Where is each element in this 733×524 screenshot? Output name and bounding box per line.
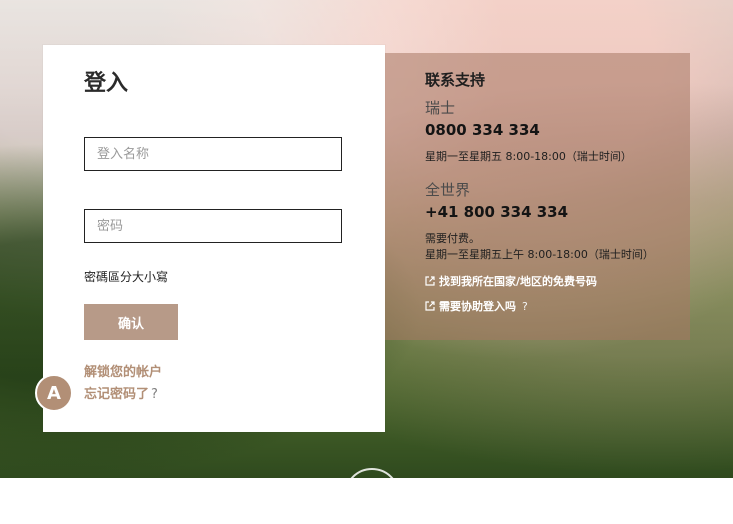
support-title: 联系支持 xyxy=(425,71,486,89)
external-link-icon xyxy=(425,276,435,286)
avatar[interactable]: A xyxy=(35,374,73,412)
hours-switzerland: 星期一至星期五 8:00-18:00（瑞士时间） xyxy=(425,150,632,163)
login-help-qmark: ? xyxy=(522,299,528,313)
phone-switzerland: 0800 334 334 xyxy=(425,121,540,139)
phone-worldwide: +41 800 334 334 xyxy=(425,203,569,221)
support-panel: 联系支持 瑞士 0800 334 334 星期一至星期五 8:00-18:00（… xyxy=(385,53,690,340)
hours-worldwide: 星期一至星期五上午 8:00-18:00（瑞士时间） xyxy=(425,248,654,261)
password-input[interactable] xyxy=(84,209,342,243)
password-case-note: 密碼區分大小寫 xyxy=(84,270,169,284)
free-number-label: 找到我所在国家/地区的免费号码 xyxy=(439,275,598,288)
confirm-button[interactable]: 确认 xyxy=(84,304,178,340)
forgot-password-link[interactable]: 忘记密码了? xyxy=(84,383,158,402)
username-input[interactable] xyxy=(84,137,342,171)
forgot-password-qmark: ? xyxy=(151,387,158,402)
region-worldwide: 全世界 xyxy=(425,181,471,199)
avatar-letter: A xyxy=(47,382,61,404)
fee-note: 需要付费。 xyxy=(425,232,480,245)
free-number-link[interactable]: 找到我所在国家/地区的免费号码 xyxy=(425,273,597,289)
unlock-account-link[interactable]: 解锁您的帐户 xyxy=(84,361,162,380)
login-help-link[interactable]: 需要协助登入吗? xyxy=(425,298,528,314)
login-title: 登入 xyxy=(84,71,129,96)
external-link-icon xyxy=(425,301,435,311)
login-card: 登入 密碼區分大小寫 确认 解锁您的帐户 忘记密码了? xyxy=(43,45,385,432)
login-help-label: 需要协助登入吗 xyxy=(439,300,516,313)
scroll-indicator[interactable] xyxy=(344,468,400,524)
forgot-password-label: 忘记密码了 xyxy=(84,387,150,402)
region-switzerland: 瑞士 xyxy=(425,99,456,117)
